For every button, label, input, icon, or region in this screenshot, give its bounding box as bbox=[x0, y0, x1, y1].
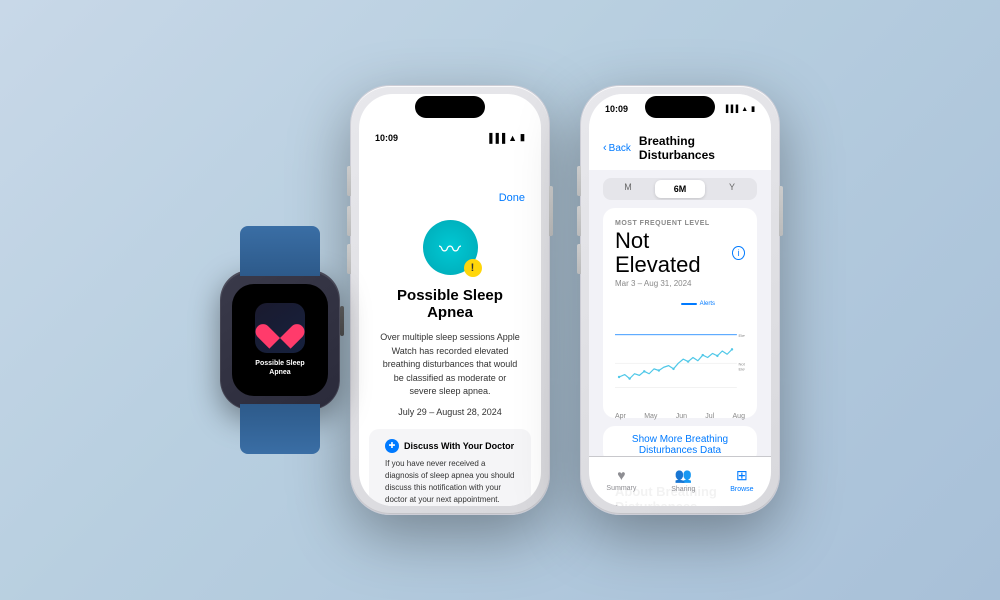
apple-watch: Possible Sleep Apnea bbox=[220, 270, 340, 410]
x-label-apr: Apr bbox=[615, 413, 626, 420]
watch-band-bottom bbox=[240, 404, 320, 454]
nav-title: Breathing Disturbances bbox=[639, 134, 757, 162]
back-label: Back bbox=[609, 143, 631, 154]
discuss-doctor-icon: ✚ bbox=[385, 439, 399, 453]
sleep-apnea-alert-icon: 〰 ! bbox=[423, 220, 478, 275]
warning-badge: ! bbox=[464, 259, 482, 277]
x-label-jun: Jun bbox=[676, 413, 687, 420]
watch-screen: Possible Sleep Apnea bbox=[232, 284, 328, 396]
battery-icon: ▮ bbox=[520, 132, 525, 143]
health-card: MOST FREQUENT LEVEL Not Elevated i Mar 3… bbox=[603, 208, 757, 418]
discuss-text: If you have never received a diagnosis o… bbox=[385, 458, 515, 506]
watch-label: Possible Sleep Apnea bbox=[249, 359, 310, 377]
power-button[interactable] bbox=[549, 186, 553, 236]
phone1-date: July 29 – August 28, 2024 bbox=[359, 407, 541, 417]
discuss-title: Discuss With Your Doctor bbox=[404, 441, 514, 451]
waves-icon: 〰 bbox=[439, 232, 461, 264]
back-chevron-icon: ‹ bbox=[603, 142, 607, 154]
browse-label: Browse bbox=[730, 486, 753, 493]
x-label-jul: Jul bbox=[705, 413, 714, 420]
tab-bar: ♥ Summary 👥 Sharing ⊞ Browse bbox=[589, 456, 771, 506]
tab-summary[interactable]: ♥ Summary bbox=[606, 467, 636, 492]
watch-band-top bbox=[240, 226, 320, 276]
heart-icon bbox=[265, 314, 295, 342]
segment-control[interactable]: M 6M Y bbox=[603, 178, 757, 200]
volume-down-button[interactable] bbox=[347, 244, 351, 274]
alert-icon-container: 〰 ! bbox=[359, 220, 541, 275]
alerts-legend: Alerts bbox=[681, 301, 715, 307]
signal-icon-2: ▐▐▐ bbox=[723, 106, 738, 113]
info-button[interactable]: i bbox=[732, 246, 745, 260]
legend-label: Alerts bbox=[700, 301, 715, 307]
volume-down-button-2[interactable] bbox=[577, 244, 581, 274]
breathing-chart: Elevated Not Elevated bbox=[615, 296, 745, 406]
power-button-2[interactable] bbox=[779, 186, 783, 236]
phone1-description: Over multiple sleep sessions Apple Watch… bbox=[359, 331, 541, 399]
battery-icon-2: ▮ bbox=[751, 105, 755, 113]
time-display-1: 10:09 bbox=[375, 133, 398, 143]
chart-x-labels: Apr May Jun Jul Aug bbox=[615, 411, 745, 420]
watch-crown bbox=[340, 306, 344, 336]
svg-text:Elevated: Elevated bbox=[739, 334, 746, 339]
svg-text:Elevated: Elevated bbox=[739, 367, 746, 372]
scene: Possible Sleep Apnea 10:09 ▐▐▐ ▲ ▮ bbox=[220, 85, 780, 515]
done-header: Done bbox=[359, 147, 541, 212]
signal-icon: ▐▐▐ bbox=[486, 133, 505, 143]
silent-button-2[interactable] bbox=[577, 166, 581, 196]
phone1-content: 10:09 ▐▐▐ ▲ ▮ Done 〰 ! bbox=[359, 94, 541, 506]
date-range: Mar 3 – Aug 31, 2024 bbox=[615, 279, 745, 288]
tab-sharing[interactable]: 👥 Sharing bbox=[671, 467, 695, 493]
segment-m[interactable]: M bbox=[603, 178, 653, 200]
segment-6m[interactable]: 6M bbox=[655, 180, 705, 198]
sharing-icon: 👥 bbox=[675, 467, 692, 484]
back-button[interactable]: ‹ Back bbox=[603, 142, 631, 154]
silent-button[interactable] bbox=[347, 166, 351, 196]
volume-up-button-2[interactable] bbox=[577, 206, 581, 236]
discuss-extra-text: You can export a chart of your breathing… bbox=[385, 506, 515, 507]
legend-line bbox=[681, 303, 697, 305]
not-elevated-title: Not Elevated bbox=[615, 229, 728, 277]
browse-icon: ⊞ bbox=[736, 467, 748, 484]
volume-up-button[interactable] bbox=[347, 206, 351, 236]
segment-y[interactable]: Y bbox=[707, 178, 757, 200]
phone1-title: Possible Sleep Apnea bbox=[359, 287, 541, 321]
most-frequent-label: MOST FREQUENT LEVEL bbox=[615, 220, 745, 227]
tab-browse[interactable]: ⊞ Browse bbox=[730, 467, 753, 493]
discuss-section: ✚ Discuss With Your Doctor If you have n… bbox=[369, 429, 531, 507]
time-display-2: 10:09 bbox=[605, 104, 628, 114]
dynamic-island bbox=[415, 96, 485, 118]
dynamic-island-2 bbox=[645, 96, 715, 118]
iphone-sleep-apnea: 10:09 ▐▐▐ ▲ ▮ Done 〰 ! bbox=[350, 85, 550, 515]
status-icons-2: ▐▐▐ ▲ ▮ bbox=[723, 105, 755, 113]
discuss-header: ✚ Discuss With Your Doctor bbox=[385, 439, 515, 453]
chart-area: Alerts bbox=[615, 296, 745, 406]
x-label-may: May bbox=[644, 413, 657, 420]
sharing-label: Sharing bbox=[671, 486, 695, 493]
iphone-breathing-disturbances: 10:09 ▐▐▐ ▲ ▮ ‹ Back Breathing Disturban… bbox=[580, 85, 780, 515]
watch-app-icon bbox=[255, 303, 305, 353]
status-icons-1: ▐▐▐ ▲ ▮ bbox=[486, 132, 525, 143]
wifi-icon-2: ▲ bbox=[741, 106, 748, 113]
wifi-icon: ▲ bbox=[508, 133, 517, 143]
done-button[interactable]: Done bbox=[499, 192, 525, 204]
summary-icon: ♥ bbox=[617, 467, 625, 483]
summary-label: Summary bbox=[606, 485, 636, 492]
x-label-aug: Aug bbox=[733, 413, 745, 420]
